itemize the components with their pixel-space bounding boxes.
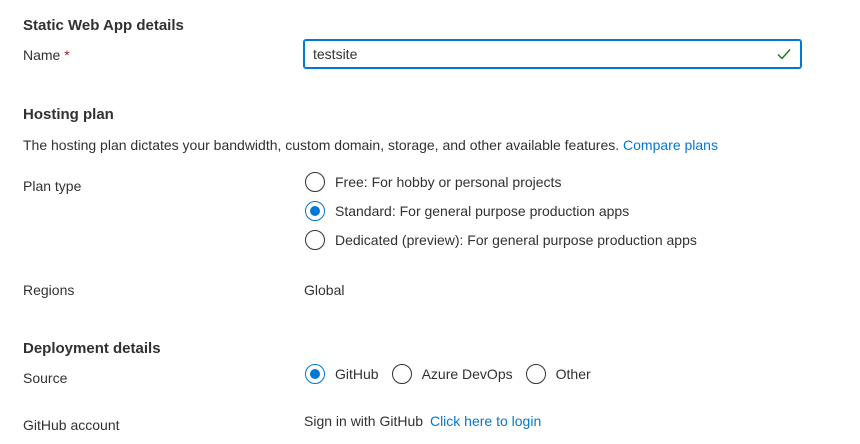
source-option-github[interactable]: GitHub [305,364,379,384]
plan-type-label: Plan type [23,178,82,194]
plan-option-dedicated[interactable]: Dedicated (preview): For general purpose… [305,230,697,250]
regions-value: Global [304,282,345,298]
plan-option-free[interactable]: Free: For hobby or personal projects [305,172,561,192]
source-options: GitHub Azure DevOps Other [305,364,604,384]
hosting-description-text: The hosting plan dictates your bandwidth… [23,137,620,153]
sign-in-text: Sign in with GitHub [304,413,424,429]
static-app-details-heading: Static Web App details [23,17,184,34]
deployment-details-heading: Deployment details [23,340,161,357]
source-option-other[interactable]: Other [525,364,591,384]
name-input[interactable]: testsite [304,40,801,68]
github-account-row: Sign in with GitHub Click here to login [304,413,541,429]
source-option-github-label: GitHub [335,366,379,382]
radio-standard[interactable] [305,201,325,221]
radio-free[interactable] [305,172,325,192]
required-marker: * [64,47,70,63]
source-option-azure-devops-label: Azure DevOps [421,366,513,382]
login-link[interactable]: Click here to login [430,413,541,429]
name-label: Name * [23,47,70,63]
plan-option-standard[interactable]: Standard: For general purpose production… [305,201,629,221]
radio-dedicated[interactable] [305,230,325,250]
source-label: Source [23,370,68,386]
hosting-plan-description: The hosting plan dictates your bandwidth… [23,137,718,153]
radio-other[interactable] [525,364,546,384]
github-account-label: GitHub account [23,417,120,433]
hosting-plan-heading: Hosting plan [23,106,114,123]
source-option-other-label: Other [555,366,591,382]
source-option-azure-devops[interactable]: Azure DevOps [391,364,513,384]
plan-option-free-label: Free: For hobby or personal projects [335,174,562,190]
compare-plans-link[interactable]: Compare plans [623,137,718,153]
plan-option-dedicated-label: Dedicated (preview): For general purpose… [335,232,697,248]
radio-azure-devops[interactable] [391,364,412,384]
radio-github[interactable] [305,364,325,384]
check-icon [777,49,791,60]
name-input-value[interactable]: testsite [313,46,776,62]
plan-option-standard-label: Standard: For general purpose production… [335,203,630,219]
regions-label: Regions [23,282,75,298]
name-label-text: Name [23,47,61,63]
